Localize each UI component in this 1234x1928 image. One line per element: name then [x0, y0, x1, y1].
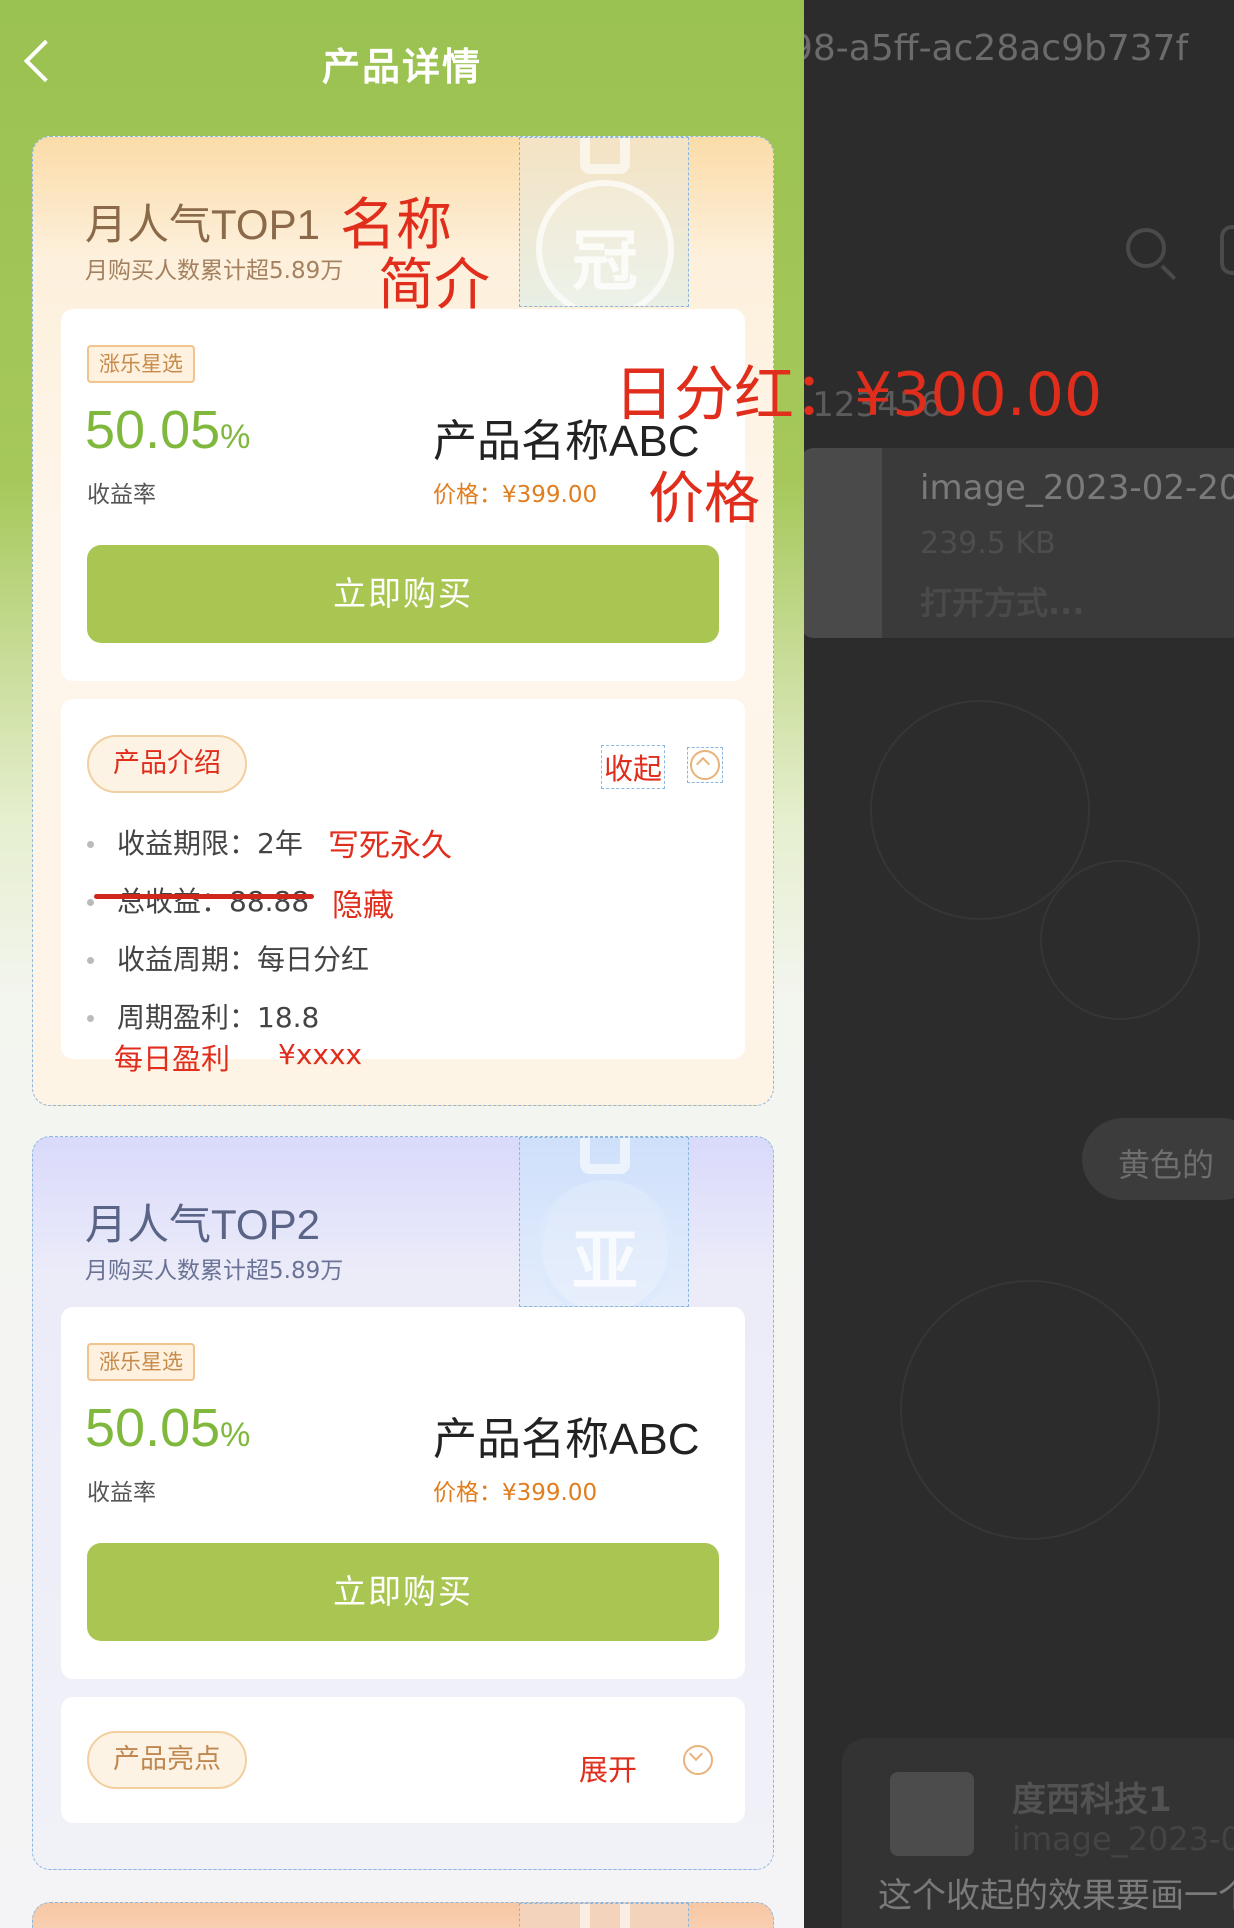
section-title-pill: 产品亮点 — [87, 1731, 247, 1789]
buy-now-button[interactable]: 立即购买 — [87, 1543, 719, 1641]
product-price: 价格：¥399.00 — [433, 1480, 598, 1506]
yield-value: 50.05 — [85, 400, 221, 460]
page-title: 产品详情 — [321, 45, 482, 89]
medal-badge: 冠 — [519, 137, 689, 307]
background-doodle — [900, 1280, 1160, 1540]
chat-title: 98-a5ff-ac28ac9b737f — [790, 28, 1189, 69]
product-info-panel: 产品亮点 展开 — [61, 1697, 745, 1823]
product-name: 产品名称ABC — [433, 1415, 700, 1464]
medal-strap-icon — [580, 1904, 630, 1928]
search-icon[interactable] — [1126, 228, 1166, 268]
annotation-hidden: 隐藏 — [332, 888, 394, 924]
rank-subtitle: 月购买人数累计超5.89万 — [85, 1258, 344, 1284]
medal-char: 冠 — [572, 222, 638, 300]
rank-title: 月人气TOP2 — [85, 1201, 320, 1248]
detail-item: 总收益：88.88 — [87, 877, 369, 935]
background-doodle — [1040, 860, 1200, 1020]
yield-label: 收益率 — [87, 482, 156, 508]
medal-badge: 亚 — [519, 1137, 689, 1307]
section-title-pill: 产品介绍 — [87, 735, 247, 793]
file-message[interactable]: image_2023-02-20_ 239.5 KB 打开方式... — [800, 448, 1234, 638]
medal-strap-icon — [580, 138, 630, 174]
yield-value: 50.05 — [85, 1398, 221, 1458]
crown-medal-icon: 冠 — [536, 180, 674, 306]
rank-subtitle: 月购买人数累计超5.89万 — [85, 258, 344, 284]
product-details-list: 收益期限：2年 总收益：88.88 收益周期：每日分红 周期盈利：18.8 — [87, 819, 369, 1051]
annotation-intro: 简介 — [378, 253, 490, 318]
annotation-daily-dividend: 日分红：¥300.00 — [614, 360, 1103, 430]
yield-label: 收益率 — [87, 1480, 156, 1506]
message-text: 黄色的 — [1118, 1146, 1215, 1184]
medal-strap-icon — [580, 1138, 630, 1174]
yield-unit: % — [220, 1416, 251, 1454]
quoted-message-card[interactable]: 度西科技1 image_2023-0 这个收起的效果要画一个 — [842, 1738, 1234, 1928]
product-price: 价格：¥399.00 — [433, 482, 598, 508]
file-size: 239.5 KB — [920, 526, 1056, 561]
open-with-link[interactable]: 打开方式... — [920, 578, 1084, 624]
chevron-down-icon[interactable] — [681, 1743, 717, 1779]
detail-item: 收益周期：每日分红 — [87, 935, 369, 993]
yield-rate: 50.05% — [85, 399, 250, 461]
rank-title: 月人气TOP1 — [85, 201, 320, 248]
nav-bar: 产品详情 — [0, 0, 804, 120]
annotation-daily-profit-value: ¥xxxx — [278, 1038, 363, 1071]
buy-now-button[interactable]: 立即购买 — [87, 545, 719, 643]
chevron-up-icon[interactable] — [687, 747, 723, 783]
detail-item: 收益期限：2年 — [87, 819, 369, 877]
annotation-fixed-forever: 写死永久 — [328, 828, 452, 864]
company-avatar — [890, 1772, 974, 1856]
product-card-top2: 亚 月人气TOP2 月购买人数累计超5.89万 涨乐星选 50.05% 收益率 … — [32, 1136, 774, 1870]
product-info-panel: 产品介绍 收起 收益期限：2年 总收益：88.88 收益周期：每日分红 周期盈利… — [61, 699, 745, 1059]
annotation-price: 价格 — [648, 467, 760, 532]
medal-badge — [519, 1903, 689, 1928]
expand-toggle[interactable]: 展开 — [579, 1747, 637, 1789]
product-card-top3 — [32, 1902, 774, 1928]
company-name: 度西科技1 — [1012, 1780, 1172, 1820]
more-icon[interactable] — [1220, 225, 1234, 275]
file-thumbnail — [800, 448, 882, 638]
message-text: 这个收起的效果要画一个 — [878, 1876, 1234, 1916]
image-name: image_2023-0 — [1012, 1820, 1234, 1858]
annotation-daily-profit: 每日盈利 — [114, 1042, 231, 1076]
collapse-toggle[interactable]: 收起 — [601, 745, 666, 789]
yield-unit: % — [220, 418, 251, 456]
message-bubble[interactable]: 黄色的 — [1082, 1118, 1234, 1200]
medal-char: 亚 — [572, 1222, 638, 1300]
product-tag: 涨乐星选 — [87, 1343, 195, 1381]
yield-rate: 50.05% — [85, 1397, 250, 1459]
background-doodle — [870, 700, 1090, 920]
buy-panel: 涨乐星选 50.05% 收益率 产品名称ABC 价格：¥399.00 立即购买 — [61, 1307, 745, 1679]
file-name: image_2023-02-20_ — [920, 468, 1234, 508]
product-tag: 涨乐星选 — [87, 345, 195, 383]
silver-medal-icon: 亚 — [536, 1180, 674, 1306]
strikethrough-mark — [94, 894, 314, 899]
